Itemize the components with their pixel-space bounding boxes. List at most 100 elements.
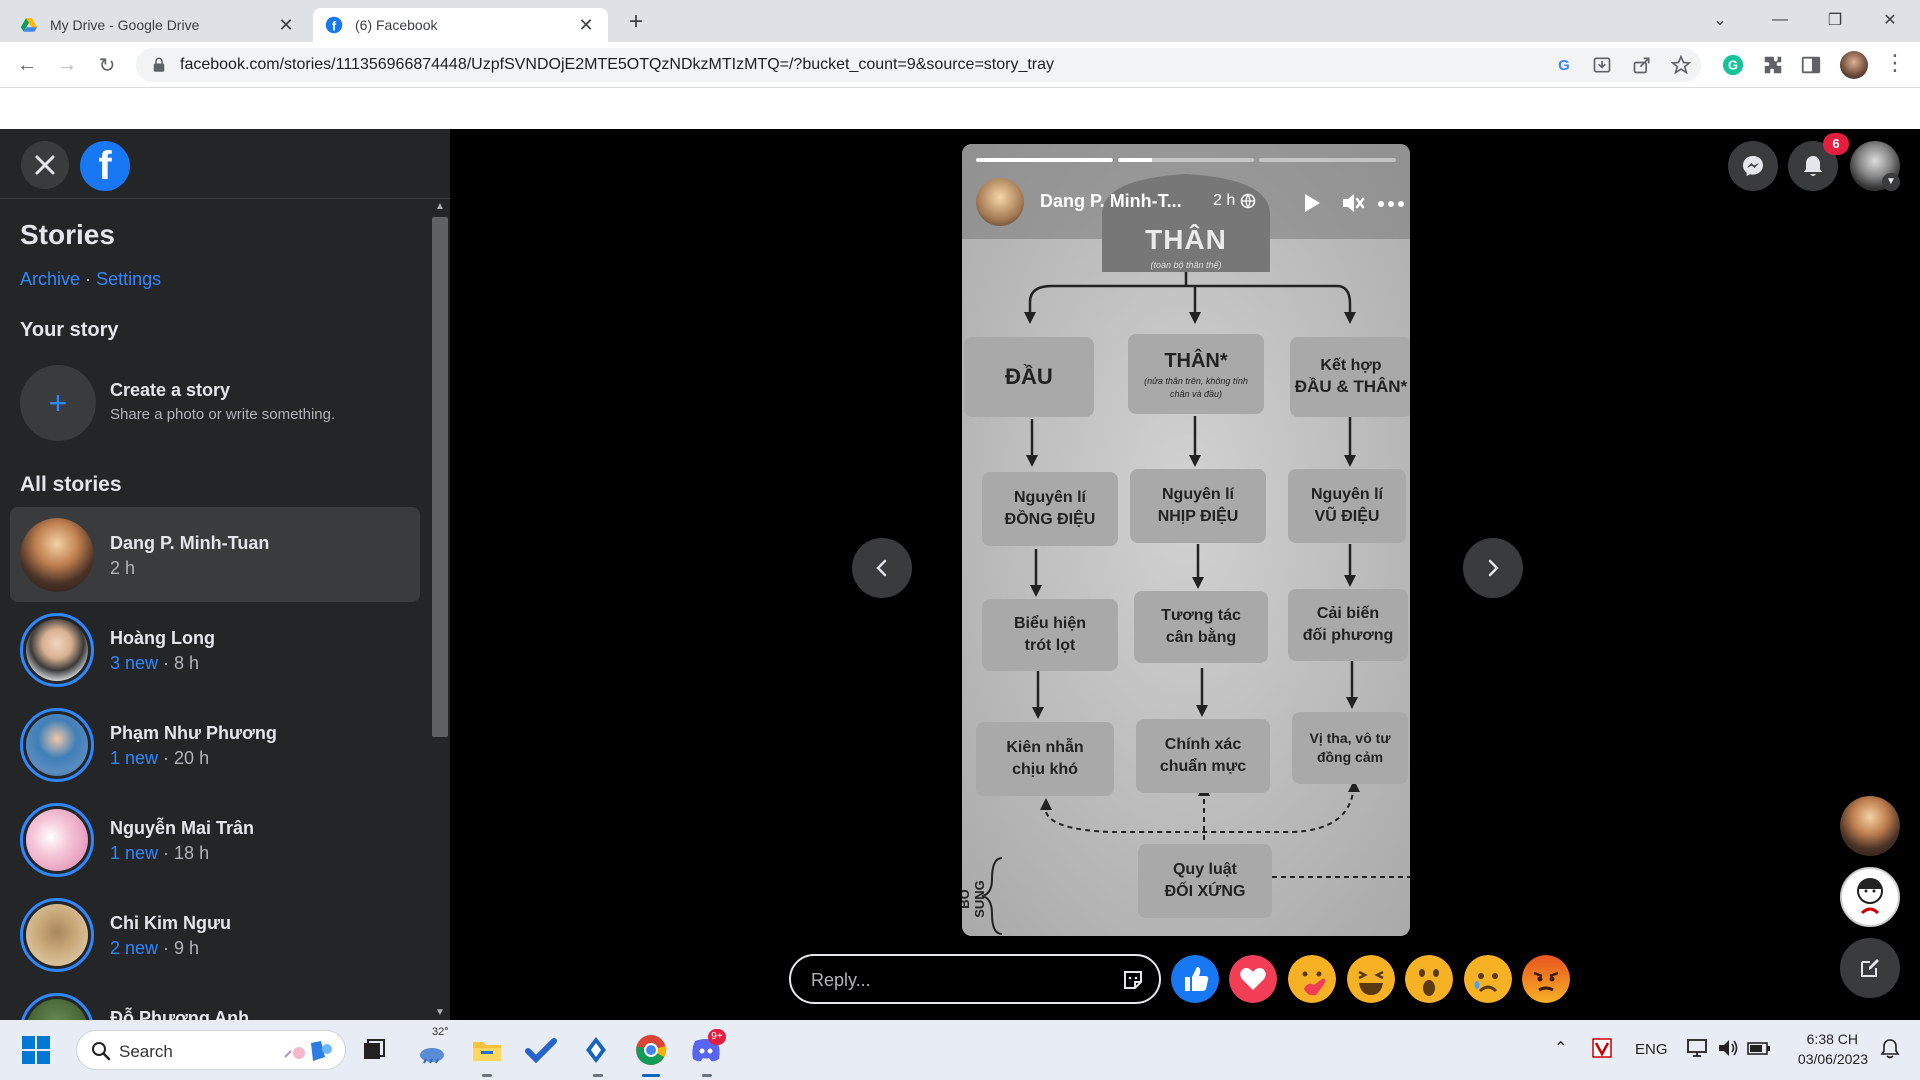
diagram-box-vu-dieu: Nguyên lí VŨ ĐIỆU bbox=[1288, 469, 1406, 543]
chat-head-avatar[interactable] bbox=[1840, 796, 1900, 856]
progress-fill bbox=[1117, 158, 1152, 162]
sticker-icon[interactable] bbox=[1121, 968, 1145, 992]
play-icon[interactable] bbox=[1302, 192, 1322, 214]
diagram-text: đối phương bbox=[1302, 627, 1394, 644]
diagram-text: Nguyên lí bbox=[1310, 486, 1383, 504]
story-card[interactable]: THÂN (toàn bộ thân thể) ĐẦU THÂN* (nửa t… bbox=[962, 144, 1410, 936]
diagram-box-vi-tha: Vị tha, vô tư đồng cảm bbox=[1292, 712, 1408, 784]
address-bar[interactable]: facebook.com/stories/111356966874448/Uzp… bbox=[136, 48, 1701, 82]
story-author-name: Chi Kim Ngưu bbox=[110, 913, 232, 933]
grammarly-icon[interactable]: G bbox=[1722, 54, 1744, 76]
volume-icon[interactable] bbox=[1717, 1038, 1739, 1058]
tab-search-icon[interactable]: ⌄ bbox=[1695, 0, 1745, 40]
story-item-hoang-long[interactable]: Hoàng Long 3 new · 8 h bbox=[10, 602, 420, 697]
diagram-box-than: THÂN* (nửa thân trên, không tính chân và… bbox=[1128, 334, 1264, 414]
browser-tab-strip: My Drive - Google Drive ✕ f (6) Facebook… bbox=[0, 0, 1920, 42]
extensions-icon[interactable] bbox=[1762, 54, 1784, 76]
clock-date[interactable]: 03/06/2023 bbox=[1776, 1051, 1868, 1067]
chat-head-avatar[interactable] bbox=[1840, 867, 1900, 927]
app-diamond-icon[interactable] bbox=[578, 1032, 614, 1068]
archive-link[interactable]: Archive bbox=[20, 269, 80, 289]
chevron-down-icon[interactable]: ▼ bbox=[1882, 173, 1900, 191]
back-icon[interactable]: ← bbox=[12, 50, 42, 80]
side-panel-icon[interactable] bbox=[1800, 54, 1822, 76]
diagram-text: NHỊP ĐIỆU bbox=[1157, 508, 1239, 525]
all-stories-heading: All stories bbox=[20, 473, 122, 496]
new-tab-button[interactable]: + bbox=[622, 8, 650, 36]
progress-segment bbox=[1117, 158, 1255, 162]
search-highlight-icon bbox=[284, 1041, 332, 1061]
taskbar-search-box[interactable]: Search bbox=[76, 1030, 346, 1070]
diamond-glyph bbox=[586, 1037, 606, 1063]
clock-time[interactable]: 6:38 CH bbox=[1786, 1031, 1858, 1047]
battery-icon[interactable] bbox=[1747, 1038, 1771, 1058]
reload-icon[interactable]: ↻ bbox=[92, 50, 122, 80]
story-item-pham-nhu-phuong[interactable]: Phạm Như Phương 1 new · 20 h bbox=[10, 697, 420, 792]
scrollbar-thumb[interactable] bbox=[432, 217, 448, 737]
notification-center-icon[interactable] bbox=[1880, 1038, 1900, 1060]
todo-app-icon[interactable] bbox=[523, 1032, 559, 1068]
sad-reaction-icon[interactable] bbox=[1464, 955, 1512, 1003]
browser-menu-icon[interactable]: ⋮ bbox=[1884, 52, 1906, 74]
care-reaction-icon[interactable] bbox=[1288, 955, 1336, 1003]
file-explorer-icon[interactable] bbox=[469, 1032, 505, 1068]
story-item-do-phuong-anh[interactable]: Đỗ Phương Anh bbox=[10, 982, 420, 1020]
close-tab-icon[interactable]: ✕ bbox=[576, 15, 596, 36]
close-tab-icon[interactable]: ✕ bbox=[276, 15, 296, 36]
love-reaction-icon[interactable] bbox=[1229, 955, 1277, 1003]
angry-reaction-icon[interactable] bbox=[1522, 955, 1570, 1003]
story-list: Dang P. Minh-Tuan 2 h Hoàng Long 3 new ·… bbox=[10, 507, 420, 1020]
forward-icon[interactable]: → bbox=[52, 50, 82, 80]
google-lens-icon[interactable]: G bbox=[1554, 55, 1574, 75]
story-item-dang-minh-tuan[interactable]: Dang P. Minh-Tuan 2 h bbox=[10, 507, 420, 602]
previous-story-button[interactable] bbox=[852, 538, 912, 598]
settings-link[interactable]: Settings bbox=[96, 269, 161, 289]
new-message-button[interactable] bbox=[1840, 938, 1900, 998]
avatar[interactable] bbox=[976, 178, 1024, 226]
tab-facebook[interactable]: f (6) Facebook ✕ bbox=[313, 8, 608, 42]
story-item-nguyen-mai-tran[interactable]: Nguyễn Mai Trân 1 new · 18 h bbox=[10, 792, 420, 887]
story-author-name[interactable]: Dang P. Minh-T... bbox=[1040, 191, 1182, 212]
chevron-up-icon[interactable]: ⌃ bbox=[1554, 1038, 1567, 1058]
diagram-text: BỔ SUNG bbox=[962, 880, 987, 918]
reply-input[interactable] bbox=[811, 968, 1091, 992]
antivirus-icon[interactable] bbox=[1592, 1038, 1612, 1058]
messenger-button[interactable] bbox=[1728, 141, 1778, 191]
progress-segment bbox=[976, 158, 1113, 162]
diagram-text: Biểu hiện bbox=[1013, 615, 1086, 633]
sidebar-scrollbar[interactable]: ▲ ▼ bbox=[430, 199, 450, 1020]
share-icon[interactable] bbox=[1632, 55, 1652, 75]
scroll-up-icon[interactable]: ▲ bbox=[430, 201, 450, 212]
input-language[interactable]: ENG bbox=[1635, 1041, 1668, 1058]
close-stories-button[interactable] bbox=[21, 141, 69, 189]
windows-start-icon[interactable] bbox=[22, 1036, 50, 1064]
bookmark-star-icon[interactable] bbox=[1671, 55, 1691, 75]
diagram-box-dau: ĐẦU bbox=[964, 337, 1094, 417]
browser-profile-avatar[interactable] bbox=[1840, 51, 1868, 79]
haha-reaction-icon[interactable] bbox=[1347, 955, 1395, 1003]
diagram-text: trót lọt bbox=[1024, 637, 1076, 654]
reply-box[interactable] bbox=[789, 954, 1161, 1004]
scroll-down-icon[interactable]: ▼ bbox=[430, 1007, 450, 1018]
mute-icon[interactable] bbox=[1340, 190, 1366, 216]
more-options-icon[interactable] bbox=[1378, 201, 1404, 207]
minimize-icon[interactable]: — bbox=[1755, 0, 1805, 40]
restore-icon[interactable]: ❐ bbox=[1810, 0, 1860, 40]
network-icon[interactable] bbox=[1687, 1038, 1709, 1058]
next-story-button[interactable] bbox=[1463, 538, 1523, 598]
install-app-icon[interactable] bbox=[1592, 55, 1612, 75]
task-view-icon[interactable] bbox=[356, 1032, 392, 1068]
story-time: 2 h bbox=[110, 558, 136, 578]
wow-reaction-icon[interactable] bbox=[1405, 955, 1453, 1003]
diagram-text: Nguyên lí bbox=[1013, 489, 1086, 507]
like-reaction-icon[interactable] bbox=[1171, 955, 1219, 1003]
avatar bbox=[20, 518, 94, 592]
search-icon bbox=[92, 1042, 111, 1061]
close-window-icon[interactable]: ✕ bbox=[1865, 0, 1915, 40]
chrome-icon[interactable] bbox=[633, 1032, 669, 1068]
facebook-logo-icon[interactable]: f bbox=[80, 141, 130, 191]
create-story-button[interactable]: + Create a story Share a photo or write … bbox=[20, 365, 420, 441]
stories-sidebar: f Stories Archive · Settings Your story … bbox=[0, 129, 450, 1020]
tab-google-drive[interactable]: My Drive - Google Drive ✕ bbox=[8, 8, 308, 42]
story-item-chi-kim-nguu[interactable]: Chi Kim Ngưu 2 new · 9 h bbox=[10, 887, 420, 982]
